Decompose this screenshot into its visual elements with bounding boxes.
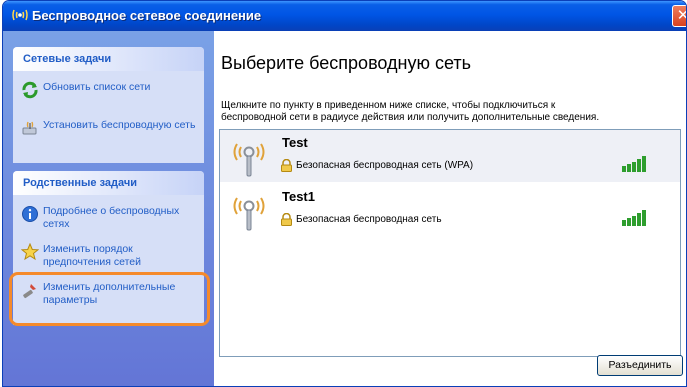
instructions-line-1: Щелкните по пункту в приведенном ниже сп… <box>221 100 556 111</box>
task-sidebar: Сетевые задачи Обновить список сети Уста… <box>3 31 214 386</box>
related-tasks-header[interactable]: Родственные задачи <box>13 171 204 195</box>
refresh-network-list-label: Обновить список сети <box>43 81 151 93</box>
title-bar[interactable]: Беспроводное сетевое соединение ✕ <box>3 1 686 31</box>
network-tasks-panel: Сетевые задачи Обновить список сети Уста… <box>13 47 204 163</box>
page-title: Выберите беспроводную сеть <box>221 53 472 73</box>
refresh-network-list-link[interactable]: Обновить список сети <box>21 81 198 109</box>
window-title: Беспроводное сетевое соединение <box>32 8 262 23</box>
disconnect-button[interactable]: Разъединить <box>597 355 683 376</box>
network-name: Test <box>282 135 308 150</box>
change-network-order-link[interactable]: Изменить порядок предпочтения сетей <box>21 243 198 271</box>
wireless-antenna-icon <box>12 9 28 21</box>
signal-strength-icon <box>622 156 646 172</box>
change-network-order-label: Изменить порядок предпочтения сетей <box>43 243 141 268</box>
refresh-icon <box>22 81 38 99</box>
setup-wireless-network-link[interactable]: Установить беспроводную сеть <box>21 119 198 147</box>
wireless-network-icon <box>233 143 265 177</box>
wireless-connection-window: Беспроводное сетевое соединение ✕ Сетевы… <box>2 0 687 387</box>
learn-about-wireless-link[interactable]: Подробнее о беспроводных сетях <box>21 205 198 233</box>
network-security-status: Безопасная беспроводная сеть <box>296 214 442 225</box>
close-button[interactable]: ✕ <box>672 5 686 27</box>
network-tasks-header[interactable]: Сетевые задачи <box>13 47 204 71</box>
info-icon <box>22 206 38 222</box>
setup-wizard-icon <box>22 121 37 135</box>
highlight-annotation <box>9 272 210 326</box>
network-list[interactable]: Test Безопасная беспроводная сеть (WPA) <box>219 129 681 357</box>
network-item[interactable]: Test Безопасная беспроводная сеть (WPA) <box>220 130 680 182</box>
star-icon <box>21 243 39 261</box>
learn-about-wireless-label: Подробнее о беспроводных сетях <box>43 205 180 230</box>
security-lock-icon <box>281 159 292 172</box>
security-lock-icon <box>281 213 292 226</box>
wireless-network-icon <box>233 197 265 231</box>
instructions-line-2: беспроводной сети в радиусе действия или… <box>221 112 600 123</box>
main-content: Выберите беспроводную сеть Щелкните по п… <box>214 31 686 386</box>
close-icon: ✕ <box>677 7 686 24</box>
instructions-text: Щелкните по пункту в приведенном ниже сп… <box>221 100 681 124</box>
network-name: Test1 <box>282 189 315 204</box>
setup-wireless-network-label: Установить беспроводную сеть <box>43 119 196 131</box>
network-item[interactable]: Test1 Безопасная беспроводная сеть <box>220 184 680 236</box>
signal-strength-icon <box>622 210 646 226</box>
network-security-status: Безопасная беспроводная сеть (WPA) <box>296 160 474 171</box>
